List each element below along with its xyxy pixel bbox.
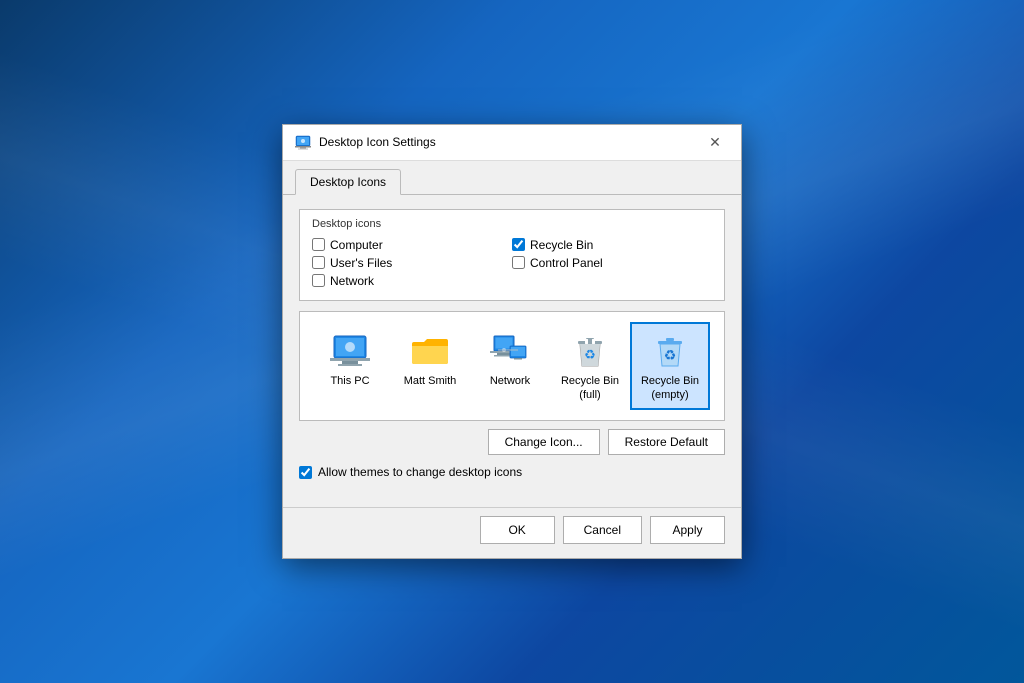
checkbox-recycle-bin[interactable]: Recycle Bin [512,238,712,252]
recycle-bin-empty-label: Recycle Bin(empty) [641,374,699,403]
checkbox-computer[interactable]: Computer [312,238,512,252]
close-button[interactable]: ✕ [701,132,729,152]
allow-themes-checkbox[interactable]: Allow themes to change desktop icons [299,465,725,479]
checkbox-control-panel[interactable]: Control Panel [512,256,712,270]
checkbox-network-input[interactable] [312,274,325,287]
checkbox-users-files-input[interactable] [312,256,325,269]
matt-smith-label: Matt Smith [404,374,457,388]
settings-icon [295,134,311,150]
user-folder-icon [410,330,450,370]
allow-themes-input[interactable] [299,466,312,479]
this-pc-icon [330,330,370,370]
this-pc-label: This PC [330,374,369,388]
svg-text:♻: ♻ [664,347,677,363]
icons-row: This PC Matt Smith [310,322,714,411]
tab-bar: Desktop Icons [283,161,741,195]
checkbox-users-files[interactable]: User's Files [312,256,512,270]
tab-desktop-icons[interactable]: Desktop Icons [295,169,401,195]
icons-panel: This PC Matt Smith [299,311,725,422]
dialog-title: Desktop Icon Settings [319,135,436,149]
ok-button[interactable]: OK [480,516,555,544]
bottom-buttons: OK Cancel Apply [283,507,741,558]
group-label: Desktop icons [312,218,712,230]
icon-this-pc[interactable]: This PC [310,322,390,396]
svg-text:♻: ♻ [584,347,596,362]
checkboxes-grid: Computer Recycle Bin User's Files Contro… [312,238,712,288]
checkbox-recycle-bin-input[interactable] [512,238,525,251]
apply-button[interactable]: Apply [650,516,725,544]
cancel-button[interactable]: Cancel [563,516,642,544]
icon-network[interactable]: Network [470,322,550,396]
content-area: Desktop icons Computer Recycle Bin User'… [283,195,741,508]
checkbox-control-panel-input[interactable] [512,256,525,269]
desktop-icon-settings-dialog: Desktop Icon Settings ✕ Desktop Icons De… [282,124,742,560]
recycle-bin-empty-icon: ♻ [650,330,690,370]
recycle-bin-full-label: Recycle Bin(full) [561,374,619,403]
network-icon [490,330,530,370]
icon-action-buttons: Change Icon... Restore Default [299,429,725,455]
checkbox-computer-input[interactable] [312,238,325,251]
icon-recycle-bin-full[interactable]: ♻ Recycle Bin(full) [550,322,630,411]
icon-matt-smith[interactable]: Matt Smith [390,322,470,396]
network-label: Network [490,374,530,388]
title-bar: Desktop Icon Settings ✕ [283,125,741,161]
icon-recycle-bin-empty[interactable]: ♻ Recycle Bin(empty) [630,322,710,411]
title-bar-left: Desktop Icon Settings [295,134,436,150]
desktop-icons-groupbox: Desktop icons Computer Recycle Bin User'… [299,209,725,301]
change-icon-button[interactable]: Change Icon... [488,429,600,455]
restore-default-button[interactable]: Restore Default [608,429,725,455]
recycle-bin-full-icon: ♻ [570,330,610,370]
checkbox-network[interactable]: Network [312,274,512,288]
